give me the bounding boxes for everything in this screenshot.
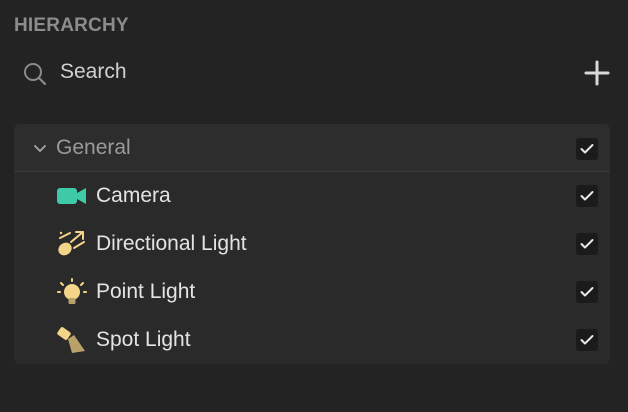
panel-title: HIERARCHY [14, 15, 129, 36]
check-icon [580, 144, 594, 154]
visibility-checkbox[interactable] [576, 185, 598, 207]
tree-item-label: Camera [96, 184, 171, 207]
search-icon [24, 63, 47, 86]
group-general[interactable]: General [14, 124, 610, 172]
check-icon [580, 287, 594, 297]
search-input[interactable] [60, 58, 540, 86]
check-icon [580, 191, 594, 201]
spot-light-icon [57, 327, 85, 353]
visibility-checkbox[interactable] [576, 329, 598, 351]
add-button[interactable] [584, 60, 610, 86]
tree-item-label: Spot Light [96, 328, 191, 351]
tree-item-label: Point Light [96, 280, 196, 303]
tree-item-point-light[interactable]: Point Light [14, 268, 610, 316]
group-visibility-checkbox[interactable] [576, 138, 598, 160]
directional-light-icon [58, 231, 85, 256]
check-icon [580, 335, 594, 345]
tree-item-camera[interactable]: Camera [14, 172, 610, 220]
tree-item-spot-light[interactable]: Spot Light [14, 316, 610, 364]
chevron-down-icon[interactable] [32, 141, 48, 157]
hierarchy-panel: HIERARCHY General [0, 0, 628, 412]
search-bar [20, 56, 616, 90]
camera-icon [57, 188, 86, 204]
visibility-checkbox[interactable] [576, 233, 598, 255]
check-icon [580, 239, 594, 249]
group-label: General [56, 136, 131, 159]
hierarchy-tree: General Camera Directional Light Point L… [14, 124, 610, 364]
tree-item-label: Directional Light [96, 232, 247, 255]
tree-item-directional-light[interactable]: Directional Light [14, 220, 610, 268]
visibility-checkbox[interactable] [576, 281, 598, 303]
point-light-icon [57, 278, 87, 304]
